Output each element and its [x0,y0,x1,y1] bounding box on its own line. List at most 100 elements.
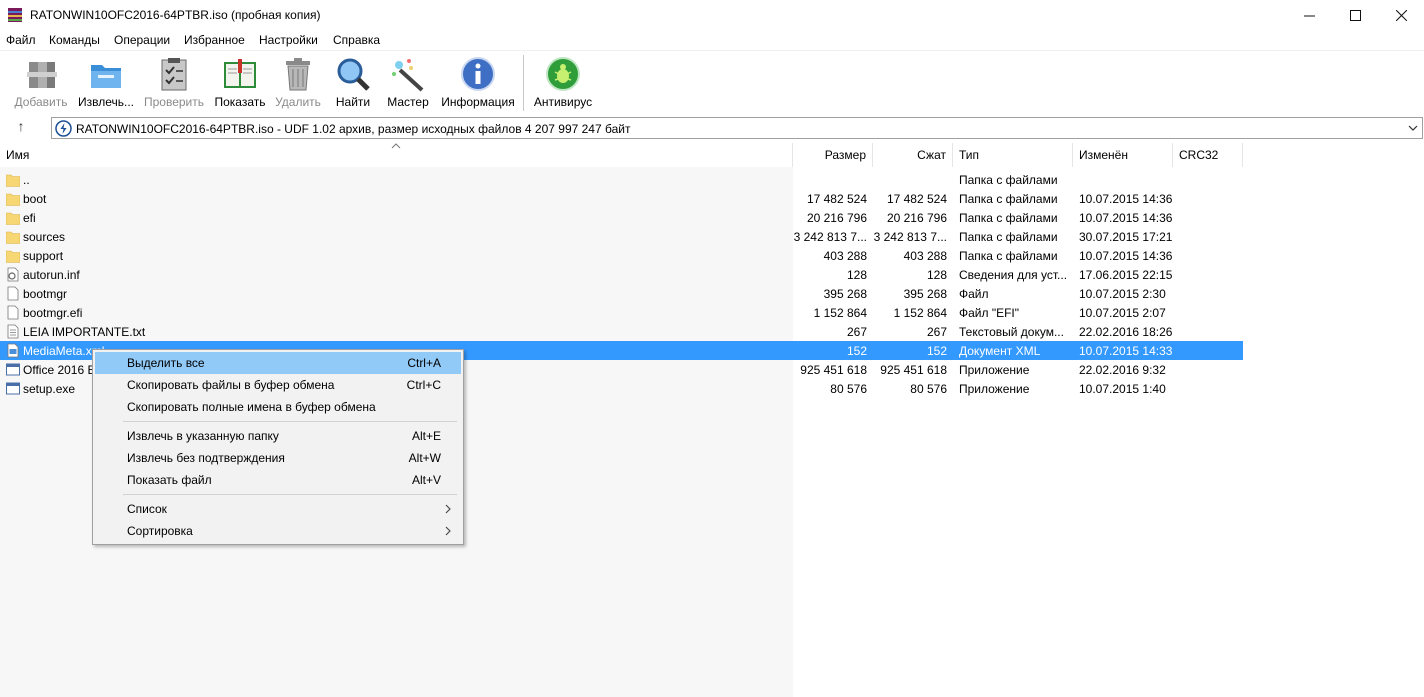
menu-commands[interactable]: Команды [49,33,100,47]
list-header: Имя Размер Сжат Тип Изменён CRC32 [0,143,1424,167]
file-type: Приложение [959,363,1030,377]
minimize-icon [1303,15,1315,16]
context-menu-item-label: Скопировать полные имена в буфер обмена [127,400,376,414]
table-row[interactable]: LEIA IMPORTANTE.txt 267 267 Текстовый докум… [0,322,1243,341]
delete-button[interactable]: Удалить [272,53,324,113]
extract-button-label: Извлечь... [77,95,134,109]
context-menu-shortcut: Alt+E [411,429,441,443]
view-button[interactable]: Показать [212,53,268,113]
context-menu-shortcut: Ctrl+A [407,356,441,370]
table-row[interactable]: support 403 288 403 288 Папка с файлами 10.0… [0,246,1243,265]
extract-folder-icon [91,65,121,88]
archive-add-icon [27,62,57,88]
file-packed-size: 17 482 524 [886,192,947,206]
context-menu-shortcut: Alt+W [408,451,441,465]
column-header-type[interactable]: Тип [953,143,1073,167]
file-modified: 10.07.2015 14:33 [1079,344,1173,358]
magnifier-icon [337,58,370,91]
file-name: efi [23,211,36,225]
context-menu-item[interactable]: Выделить все Ctrl+A [95,352,461,374]
context-menu-item-label: Показать файл [127,473,212,487]
antivirus-button-label: Антивирус [533,95,593,109]
menu-operations[interactable]: Операции [114,33,170,47]
file-packed-size: 267 [926,325,947,339]
toolbar: Добавить Извлечь... Проверить Показать У… [0,50,1424,114]
find-button[interactable]: Найти [332,53,374,113]
archive-lightning-icon [55,120,72,137]
file-icon [7,305,19,320]
file-modified: 22.02.2016 9:32 [1079,363,1166,377]
test-clipboard-icon [161,58,187,91]
menu-file[interactable]: Файл [6,33,36,47]
context-menu-item-label: Скопировать файлы в буфер обмена [127,378,335,392]
minimize-button[interactable] [1286,0,1332,30]
folder-icon [6,250,20,263]
info-button-label: Информация [441,95,515,109]
file-type: Сведения для уст... [959,268,1068,282]
file-size: 17 482 524 [806,192,867,206]
table-row[interactable]: sources 3 242 813 7... 3 242 813 7... Папка… [0,227,1243,246]
menu-favorites[interactable]: Избранное [184,33,245,47]
app-window-icon [6,363,20,376]
context-menu-item[interactable]: Скопировать полные имена в буфер обмена [95,396,461,418]
context-menu-separator [123,421,457,422]
table-row[interactable]: efi 20 216 796 20 216 796 Папка с файлами 10… [0,208,1243,227]
file-type: Папка с файлами [959,249,1058,263]
extract-button[interactable]: Извлечь... [76,53,136,113]
antivirus-button[interactable]: Антивирус [532,53,594,113]
wizard-button[interactable]: Мастер [384,53,432,113]
file-packed-size: 925 451 618 [880,363,947,377]
menu-help[interactable]: Справка [333,33,380,47]
context-menu-item[interactable]: Извлечь в указанную папку Alt+E [95,425,461,447]
winrar-app-icon[interactable] [7,7,23,23]
address-field[interactable]: RATONWIN10OFC2016-64PTBR.iso - UDF 1.02 … [51,117,1423,139]
up-folder-button[interactable]: ↑ [10,118,32,138]
file-type: Приложение [959,382,1030,396]
table-row[interactable]: .. Папка с файлами [0,170,1243,189]
table-row[interactable]: autorun.inf 128 128 Сведения для уст... 17.0… [0,265,1243,284]
context-menu-item[interactable]: Сортировка [95,520,461,542]
test-button-label: Проверить [143,95,204,109]
file-modified: 10.07.2015 14:36 [1079,249,1173,263]
close-button[interactable] [1378,0,1424,30]
context-menu: Выделить все Ctrl+A Скопировать файлы в бу… [92,349,464,545]
find-button-label: Найти [335,95,371,109]
file-modified: 10.07.2015 14:36 [1079,211,1173,225]
column-header-type-label: Тип [959,148,980,162]
file-name: .. [23,173,30,187]
up-arrow-icon: ↑ [17,118,25,134]
context-menu-item[interactable]: Показать файл Alt+V [95,469,461,491]
context-menu-item[interactable]: Список [95,498,461,520]
context-menu-item[interactable]: Извлечь без подтверждения Alt+W [95,447,461,469]
file-packed-size: 3 242 813 7... [873,230,947,244]
file-type: Папка с файлами [959,230,1058,244]
file-packed-size: 20 216 796 [886,211,947,225]
table-row[interactable]: bootmgr 395 268 395 268 Файл 10.07.2015 2:30 [0,284,1243,303]
menu-settings[interactable]: Настройки [259,33,318,47]
file-packed-size: 403 288 [903,249,947,263]
test-button[interactable]: Проверить [142,53,206,113]
column-header-crc-label: CRC32 [1179,148,1219,162]
table-row[interactable]: boot 17 482 524 17 482 524 Папка с файлами 1… [0,189,1243,208]
column-header-size-label: Размер [824,148,866,162]
column-header-crc[interactable]: CRC32 [1173,143,1243,167]
info-button[interactable]: Информация [440,53,516,113]
file-name: boot [23,192,47,206]
file-name: sources [23,230,66,244]
add-button[interactable]: Добавить [12,53,70,113]
column-header-modified[interactable]: Изменён [1073,143,1173,167]
column-header-size[interactable]: Размер [793,143,873,167]
context-menu-item[interactable]: Скопировать файлы в буфер обмена Ctrl+C [95,374,461,396]
column-header-packed[interactable]: Сжат [873,143,953,167]
file-type: Папка с файлами [959,173,1058,187]
table-row[interactable]: bootmgr.efi 1 152 864 1 152 864 Файл "EFI" 1… [0,303,1243,322]
maximize-icon [1349,9,1361,21]
chevron-right-icon [445,526,451,536]
maximize-button[interactable] [1332,0,1378,30]
chevron-down-icon[interactable] [1407,121,1419,135]
view-book-icon [224,59,256,88]
context-menu-shortcut: Alt+V [411,473,441,487]
file-packed-size: 128 [926,268,947,282]
context-menu-item-label: Извлечь без подтверждения [127,451,285,465]
file-packed-size: 395 268 [903,287,947,301]
